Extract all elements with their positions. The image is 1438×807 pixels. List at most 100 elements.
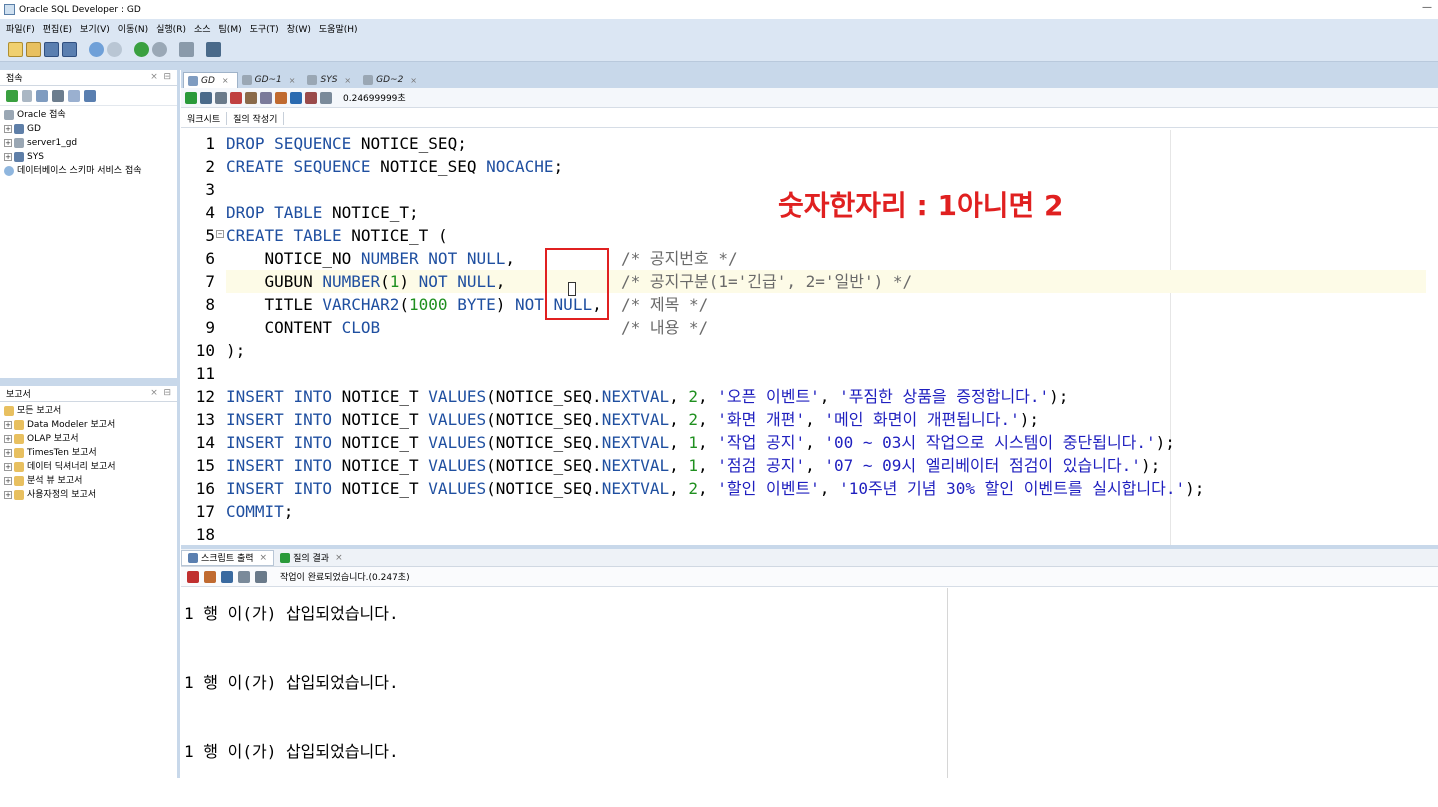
tab-worksheet[interactable]: 워크시트 <box>181 112 228 125</box>
tab-sys[interactable]: SYS × <box>303 72 359 88</box>
refresh-icon[interactable] <box>36 89 48 102</box>
tab-gd-2[interactable]: GD~2 × <box>359 72 425 88</box>
script-icon <box>188 552 198 563</box>
menu-run[interactable]: 실행(R) <box>152 22 190 35</box>
expand-icon[interactable]: + <box>4 449 12 457</box>
panel-buttons[interactable]: × ⊟ <box>150 72 171 82</box>
expand-icon[interactable]: + <box>4 463 12 471</box>
code-line[interactable] <box>226 362 1426 385</box>
report-item[interactable]: + Data Modeler 보고서 <box>4 418 173 432</box>
left-splitter[interactable] <box>0 378 177 386</box>
code-line[interactable]: COMMIT; <box>226 500 1426 523</box>
tab-script-output[interactable]: 스크립트 출력 × <box>181 549 275 566</box>
close-icon[interactable]: × <box>410 76 417 85</box>
filter-icon[interactable] <box>52 89 64 102</box>
close-icon[interactable]: × <box>335 553 343 563</box>
save-all-icon[interactable] <box>62 42 77 57</box>
eraser-icon[interactable] <box>204 570 216 583</box>
expand-icon[interactable]: + <box>4 435 12 443</box>
close-icon[interactable]: × <box>222 76 229 85</box>
expand-icon[interactable]: + <box>4 491 12 499</box>
save-icon[interactable] <box>221 570 233 583</box>
tab-gd[interactable]: GD × <box>183 72 238 88</box>
code-line[interactable]: TITLE VARCHAR2(1000 BYTE) NOT NULL, /* 제… <box>226 293 1426 316</box>
close-icon[interactable]: × <box>260 553 268 563</box>
code-line[interactable]: ); <box>226 339 1426 362</box>
undo-icon[interactable] <box>89 42 104 57</box>
menu-navigate[interactable]: 이동(N) <box>114 22 152 35</box>
tuning-icon[interactable] <box>320 91 332 104</box>
menu-tools[interactable]: 도구(T) <box>246 22 283 35</box>
run-script-icon[interactable] <box>200 91 212 104</box>
tab-gd-1[interactable]: GD~1 × <box>238 72 304 88</box>
code-line[interactable]: INSERT INTO NOTICE_T VALUES(NOTICE_SEQ.N… <box>226 431 1426 454</box>
expand-icon[interactable]: + <box>4 421 12 429</box>
code-line[interactable] <box>226 523 1426 545</box>
print-icon[interactable] <box>238 570 250 583</box>
sql-editor[interactable]: 1 2 3 4 5 6 7 8 9 10 11 12 13 14 15 16 17 18 − DROP SEQUE… <box>181 130 1438 545</box>
report-item[interactable]: + 데이터 딕셔너리 보고서 <box>4 460 173 474</box>
db-connect-icon[interactable] <box>179 42 194 57</box>
code-line[interactable]: NOTICE_NO NUMBER NOT NULL, /* 공지번호 */ <box>226 247 1426 270</box>
menu-source[interactable]: 소스 <box>190 22 215 35</box>
code-line[interactable]: CREATE TABLE NOTICE_T ( <box>226 224 1426 247</box>
rollback-icon[interactable] <box>230 91 242 104</box>
panel-buttons[interactable]: × ⊟ <box>150 388 171 398</box>
minimize-button[interactable]: — <box>1422 2 1432 13</box>
expand-icon[interactable]: + <box>4 153 12 161</box>
code-line[interactable]: DROP SEQUENCE NOTICE_SEQ; <box>226 132 1426 155</box>
close-icon[interactable]: × <box>289 76 296 85</box>
add-connection-icon[interactable] <box>6 89 18 102</box>
format-icon[interactable] <box>305 91 317 104</box>
report-item[interactable]: + OLAP 보고서 <box>4 432 173 446</box>
tree-item-oracle[interactable]: Oracle 접속 <box>4 108 173 122</box>
tree-item-sys[interactable]: + SYS <box>4 150 173 164</box>
tab-query-builder[interactable]: 질의 작성기 <box>227 112 285 125</box>
report-item[interactable]: + 분석 뷰 보고서 <box>4 474 173 488</box>
save-icon[interactable] <box>44 42 59 57</box>
new-file-icon[interactable] <box>8 42 23 57</box>
code-line[interactable]: INSERT INTO NOTICE_T VALUES(NOTICE_SEQ.N… <box>226 385 1426 408</box>
code-line[interactable]: CREATE SEQUENCE NOTICE_SEQ NOCACHE; <box>226 155 1426 178</box>
tree-item-cloud[interactable]: 데이터베이스 스키마 서비스 접속 <box>4 164 173 178</box>
clear-icon[interactable] <box>275 91 287 104</box>
report-item[interactable]: + 사용자정의 보고서 <box>4 488 173 502</box>
code-line[interactable]: CONTENT CLOB /* 내용 */ <box>226 316 1426 339</box>
dropdown-icon[interactable] <box>22 89 32 102</box>
close-icon[interactable]: × <box>344 76 351 85</box>
menu-view[interactable]: 보기(V) <box>76 22 114 35</box>
code-line[interactable]: INSERT INTO NOTICE_T VALUES(NOTICE_SEQ.N… <box>226 477 1426 500</box>
menu-file[interactable]: 파일(F) <box>2 22 39 35</box>
tree-item-gd[interactable]: + GD <box>4 122 173 136</box>
buffer-icon[interactable] <box>255 570 267 583</box>
report-item[interactable]: 모든 보고서 <box>4 404 173 418</box>
menu-window[interactable]: 창(W) <box>283 22 315 35</box>
tree-item-server1[interactable]: + server1_gd <box>4 136 173 150</box>
commit-icon[interactable] <box>215 91 227 104</box>
autotrace-icon[interactable] <box>260 91 272 104</box>
run-statement-icon[interactable] <box>185 91 197 104</box>
expand-icon[interactable]: + <box>4 125 12 133</box>
import-icon[interactable] <box>84 89 96 102</box>
schema-icon[interactable] <box>68 89 80 102</box>
expand-icon[interactable]: + <box>4 139 12 147</box>
code-line[interactable]: INSERT INTO NOTICE_T VALUES(NOTICE_SEQ.N… <box>226 408 1426 431</box>
code-line[interactable]: INSERT INTO NOTICE_T VALUES(NOTICE_SEQ.N… <box>226 454 1426 477</box>
forward-icon[interactable] <box>152 42 167 57</box>
menu-team[interactable]: 팀(M) <box>215 22 246 35</box>
pin-icon[interactable] <box>187 570 199 583</box>
code-line[interactable]: GUBUN NUMBER(1) NOT NULL, /* 공지구분(1='긴급'… <box>226 270 1426 293</box>
expand-icon[interactable]: + <box>4 477 12 485</box>
back-icon[interactable] <box>134 42 149 57</box>
explain-plan-icon[interactable] <box>245 91 257 104</box>
app-icon <box>4 4 15 15</box>
binoculars-icon[interactable] <box>206 42 221 57</box>
redo-icon[interactable] <box>107 42 122 57</box>
menu-help[interactable]: 도움말(H) <box>315 22 362 35</box>
tab-query-result[interactable]: 질의 결과 × <box>274 551 349 564</box>
fold-icon[interactable]: − <box>216 230 224 238</box>
history-icon[interactable] <box>290 91 302 104</box>
open-folder-icon[interactable] <box>26 42 41 57</box>
report-item[interactable]: + TimesTen 보고서 <box>4 446 173 460</box>
menu-edit[interactable]: 편집(E) <box>39 22 76 35</box>
